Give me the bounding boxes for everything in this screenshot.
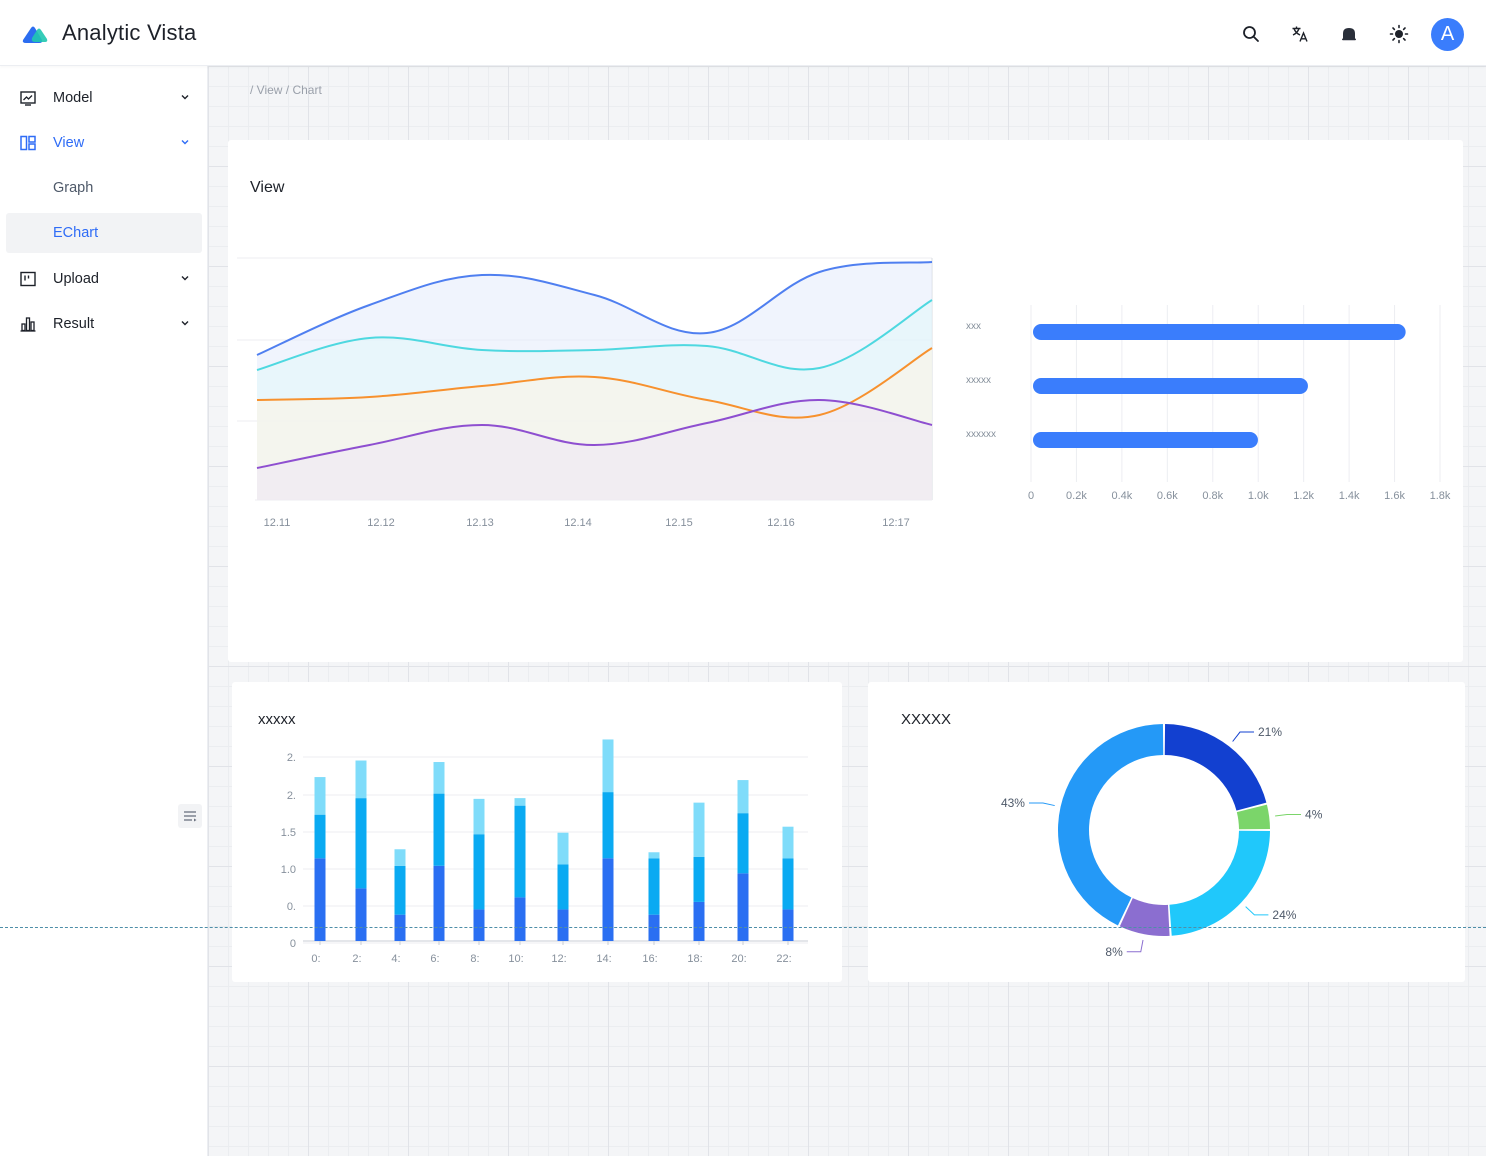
y-tick-label: 2. xyxy=(287,790,296,802)
bar-segment xyxy=(737,813,749,874)
label-leader xyxy=(1232,731,1255,742)
bar-segment xyxy=(648,858,660,915)
y-tick-label: 1.0 xyxy=(281,864,296,876)
bar-segment xyxy=(433,762,445,794)
slice-label: 8% xyxy=(1105,945,1123,959)
bar-segment xyxy=(394,849,406,866)
x-tick-label: 16: xyxy=(642,953,657,965)
bar-segment xyxy=(355,798,367,889)
bar-segment xyxy=(433,793,445,866)
bar-segment xyxy=(314,777,326,815)
y-tick-label: 0. xyxy=(287,901,296,913)
bar-segment xyxy=(602,739,614,793)
slice-label: 24% xyxy=(1272,908,1296,922)
x-tick-label: 0: xyxy=(311,953,320,965)
bar-segment xyxy=(514,805,526,898)
bar-segment xyxy=(782,858,794,910)
bar-segment xyxy=(314,858,326,941)
bar-segment xyxy=(602,858,614,941)
bar-segment xyxy=(314,814,326,859)
bar-segment xyxy=(782,826,794,859)
x-tick-label: 6: xyxy=(430,953,439,965)
bar-segment xyxy=(737,873,749,941)
bar-segment xyxy=(557,864,569,910)
bar-segment xyxy=(473,834,485,910)
x-tick-label: 8: xyxy=(470,953,479,965)
slice-label: 21% xyxy=(1258,725,1282,739)
label-leader xyxy=(1028,802,1055,807)
y-tick-label: 0 xyxy=(290,938,296,950)
bar-segment xyxy=(394,865,406,915)
x-tick-label: 14: xyxy=(596,953,611,965)
bar-segment xyxy=(473,909,485,941)
x-tick-label: 12: xyxy=(551,953,566,965)
donut-slice xyxy=(1164,724,1267,811)
label-leader xyxy=(1275,813,1302,817)
x-tick-label: 18: xyxy=(687,953,702,965)
bar-segment xyxy=(557,909,569,941)
donut-slice xyxy=(1058,724,1164,926)
x-tick-label: 22: xyxy=(776,953,791,965)
guide-line xyxy=(0,927,1486,928)
y-tick-label: 2. xyxy=(287,752,296,764)
label-leader xyxy=(1245,906,1269,916)
bar-segment xyxy=(557,832,569,865)
x-tick-label: 2: xyxy=(352,953,361,965)
charts-layer: 0 0. 1.0 1.5 2. 2. 0: 2: 4: 6: 8: 10: 12: 14: 16: 18: 20… xyxy=(281,724,1323,965)
slice-label: 43% xyxy=(1001,796,1025,810)
bar-segment xyxy=(355,760,367,799)
bar-segment xyxy=(737,780,749,814)
bar-segment xyxy=(602,792,614,859)
bar-segment xyxy=(514,798,526,806)
bar-segment xyxy=(693,856,705,902)
slice-label: 4% xyxy=(1305,807,1323,821)
bar-segment xyxy=(693,802,705,857)
donut-slice xyxy=(1169,830,1270,936)
bar-segment xyxy=(433,865,445,941)
y-tick-label: 1.5 xyxy=(281,827,296,839)
bar-segment xyxy=(693,901,705,941)
label-leader xyxy=(1126,939,1144,953)
bar-segment xyxy=(473,798,485,835)
x-tick-label: 20: xyxy=(731,953,746,965)
x-tick-label: 10: xyxy=(508,953,523,965)
bar-segment xyxy=(514,897,526,941)
bar-segment xyxy=(355,888,367,941)
bar-segment xyxy=(648,852,660,859)
x-tick-label: 4: xyxy=(391,953,400,965)
bar-segment xyxy=(782,909,794,941)
